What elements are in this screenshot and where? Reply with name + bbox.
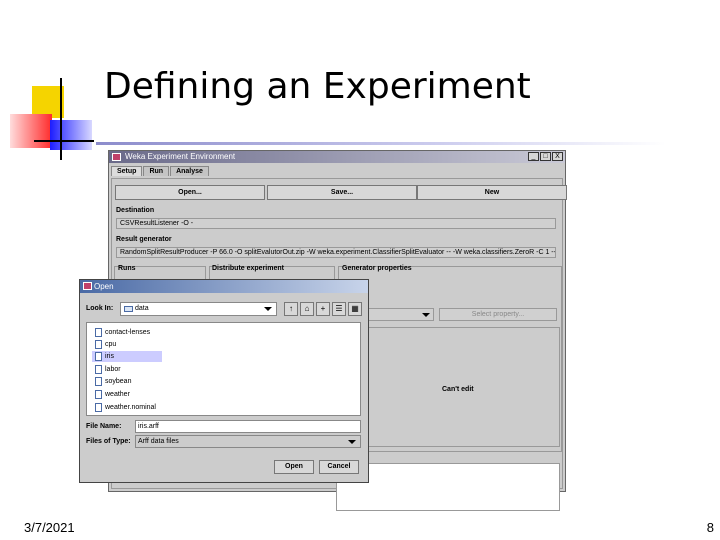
tab-setup[interactable]: Setup [111, 166, 143, 176]
chevron-down-icon [422, 313, 430, 317]
decor-vertical-line [60, 78, 62, 160]
open-button[interactable]: Open [274, 460, 314, 474]
list-item[interactable]: labor [92, 364, 162, 375]
new-experiment-button[interactable]: New [417, 185, 567, 200]
weka-app-icon [112, 153, 121, 161]
dialog-toolbar: ↑ ⌂ + ☰ ▦ [284, 302, 362, 316]
file-name-label: File Name: [86, 423, 122, 430]
file-name-input[interactable]: iris.arff [135, 420, 361, 433]
dialog-titlebar[interactable]: Open [80, 280, 368, 293]
window-titlebar[interactable]: Weka Experiment Environment _ □ X [109, 151, 565, 163]
open-dialog: Open Look In: data ↑ ⌂ + ☰ ▦ contact-len… [79, 279, 369, 483]
generator-properties-label: Generator properties [342, 265, 412, 272]
minimize-button[interactable]: _ [528, 152, 539, 161]
list-item[interactable]: weather [92, 389, 162, 400]
tab-bar: Setup Run Analyse [111, 166, 210, 176]
file-icon [95, 352, 102, 361]
footer-page-number: 8 [706, 520, 714, 535]
slide-title: Defining an Experiment [104, 66, 531, 107]
files-of-type-label: Files of Type: [86, 438, 131, 445]
file-icon [95, 390, 102, 399]
cancel-button[interactable]: Cancel [319, 460, 359, 474]
result-generator-field[interactable]: RandomSplitResultProducer -P 66.0 -O spl… [116, 247, 556, 258]
list-item[interactable]: cpu [92, 339, 162, 350]
distribute-experiment-label: Distribute experiment [212, 265, 284, 272]
file-icon [95, 328, 102, 337]
files-of-type-value: Arff data files [138, 438, 179, 445]
list-item[interactable]: contact-lenses [92, 327, 162, 338]
folder-icon [124, 306, 133, 312]
decor-horizontal-line [34, 140, 94, 142]
save-experiment-button[interactable]: Save... [267, 185, 417, 200]
title-underline [96, 142, 666, 145]
decor-blue-square [50, 120, 92, 150]
dialog-title: Open [94, 282, 114, 291]
tab-run[interactable]: Run [143, 166, 170, 176]
list-item[interactable]: soybean [92, 376, 162, 387]
chevron-down-icon [264, 307, 272, 311]
notes-area[interactable] [336, 463, 560, 511]
up-folder-icon[interactable]: ↑ [284, 302, 298, 316]
close-button[interactable]: X [552, 152, 563, 161]
list-view-icon[interactable]: ☰ [332, 302, 346, 316]
decor-red-square [10, 114, 52, 148]
file-icon [95, 403, 102, 412]
result-generator-label: Result generator [116, 236, 172, 243]
runs-label: Runs [118, 265, 136, 272]
open-experiment-button[interactable]: Open... [115, 185, 265, 200]
file-list: contact-lenses cpu iris labor soybean we… [86, 322, 361, 416]
list-item-selected[interactable]: iris [92, 351, 162, 362]
destination-label: Destination [116, 207, 155, 214]
file-icon [95, 377, 102, 386]
list-item[interactable]: weather.nominal [92, 402, 162, 413]
chevron-down-icon [348, 440, 356, 444]
new-folder-icon[interactable]: + [316, 302, 330, 316]
window-title: Weka Experiment Environment [125, 152, 236, 161]
home-icon[interactable]: ⌂ [300, 302, 314, 316]
file-icon [95, 365, 102, 374]
cant-edit-label: Can't edit [442, 386, 474, 393]
destination-field[interactable]: CSVResultListener -O - [116, 218, 556, 229]
maximize-button[interactable]: □ [540, 152, 551, 161]
files-of-type-combo[interactable]: Arff data files [135, 435, 361, 448]
look-in-value: data [135, 305, 149, 312]
file-icon [95, 340, 102, 349]
footer-date: 3/7/2021 [24, 520, 75, 535]
select-property-button[interactable]: Select property... [439, 308, 557, 321]
look-in-combo[interactable]: data [120, 302, 277, 316]
look-in-label: Look In: [86, 305, 114, 312]
weka-app-icon [83, 282, 92, 290]
details-view-icon[interactable]: ▦ [348, 302, 362, 316]
tab-analyse[interactable]: Analyse [170, 166, 209, 176]
